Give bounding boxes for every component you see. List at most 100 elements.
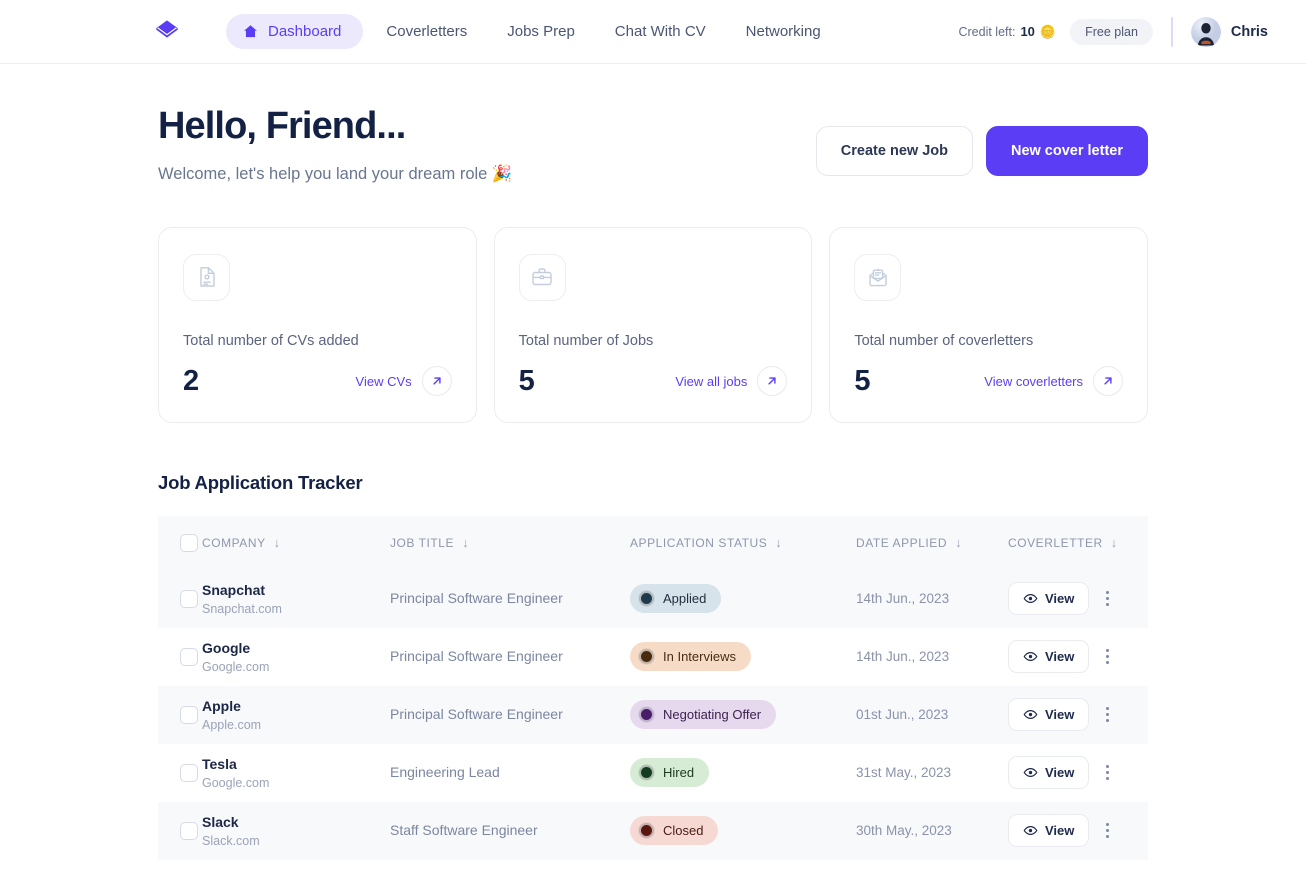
date-applied: 14th Jun., 2023 xyxy=(856,648,950,664)
view-cvs-link[interactable]: View CVs xyxy=(356,366,452,397)
cell-company: Apple Apple.com xyxy=(202,686,390,744)
hero-text: Hello, Friend... Welcome, let's help you… xyxy=(158,105,816,184)
row-select-cell xyxy=(158,686,202,744)
tracker-title: Job Application Tracker xyxy=(158,471,363,493)
column-label-application-status: APPLICATION STATUS xyxy=(630,535,768,550)
table-row[interactable]: Apple Apple.com Principal Software Enginee… xyxy=(158,685,1148,744)
view-coverletters-link[interactable]: View coverletters xyxy=(984,366,1124,397)
column-application-status[interactable]: APPLICATION STATUS ↓ xyxy=(630,516,856,570)
nav-label-networking: Networking xyxy=(745,23,821,40)
column-label-job-title: JOB TITLE xyxy=(390,535,455,550)
page-subtitle: Welcome, let's help you land your dream … xyxy=(158,164,513,183)
job-title: Principal Software Engineer xyxy=(390,647,563,664)
view-label: View xyxy=(1045,649,1075,665)
view-coverletter-button[interactable]: View xyxy=(1008,756,1090,790)
select-all-cell xyxy=(158,516,202,570)
view-label: View xyxy=(1045,765,1075,781)
stat-label-cvs: Total number of CVs added xyxy=(183,332,359,349)
column-label-company: COMPANY xyxy=(202,535,266,550)
view-label: View xyxy=(1045,823,1075,839)
kebab-menu-icon[interactable] xyxy=(1097,585,1118,612)
table-row[interactable]: Slack Slack.com Staff Software Engineer Clo… xyxy=(158,801,1148,860)
coins-icon: 🪙 xyxy=(1039,23,1057,39)
app-logo[interactable] xyxy=(150,15,184,49)
hero-section: Hello, Friend... Welcome, let's help you… xyxy=(158,105,1148,184)
nav-item-dashboard[interactable]: Dashboard xyxy=(226,14,364,49)
table-header: COMPANY ↓ JOB TITLE ↓ APPLICATION STATUS… xyxy=(158,515,1148,570)
kebab-menu-icon[interactable] xyxy=(1097,817,1118,844)
cv-document-icon-glyph xyxy=(199,267,215,287)
plan-badge[interactable]: Free plan xyxy=(1070,18,1153,45)
status-label: Negotiating Offer xyxy=(663,707,762,723)
job-title: Staff Software Engineer xyxy=(390,821,538,838)
status-dot-icon xyxy=(639,765,654,781)
company-domain: Google.com xyxy=(202,660,270,675)
nav-label-chat-with-cv: Chat With CV xyxy=(614,23,706,40)
view-coverletter-button[interactable]: View xyxy=(1008,640,1090,674)
nav-item-jobs-prep[interactable]: Jobs Prep xyxy=(490,14,592,49)
cell-company: Slack Slack.com xyxy=(202,802,390,860)
view-coverletter-button[interactable]: View xyxy=(1008,582,1090,616)
column-date-applied[interactable]: DATE APPLIED ↓ xyxy=(856,516,1008,570)
cell-job-title: Principal Software Engineer xyxy=(390,570,630,628)
cell-application-status: Hired xyxy=(630,744,856,802)
row-checkbox[interactable] xyxy=(180,589,198,608)
table-row[interactable]: Snapchat Snapchat.com Principal Software E… xyxy=(158,569,1148,628)
nav-item-networking[interactable]: Networking xyxy=(729,14,838,49)
nav-item-chat-with-cv[interactable]: Chat With CV xyxy=(598,14,723,49)
stat-bottom-jobs: 5 View all jobs xyxy=(519,365,788,398)
stat-card-jobs: Total number of Jobs 5 View all jobs xyxy=(493,226,813,423)
eye-icon xyxy=(1023,826,1038,836)
stat-card-cvs: Total number of CVs added 2 View CVs xyxy=(158,226,477,423)
new-cover-letter-button[interactable]: New cover letter xyxy=(985,126,1148,176)
row-checkbox[interactable] xyxy=(180,763,198,782)
column-coverletter[interactable]: COVERLETTER ↓ xyxy=(1008,516,1148,570)
kebab-menu-icon[interactable] xyxy=(1097,701,1118,728)
view-coverletter-button[interactable]: View xyxy=(1008,698,1090,732)
row-checkbox[interactable] xyxy=(180,821,198,840)
kebab-menu-icon[interactable] xyxy=(1097,759,1118,786)
stat-label-jobs: Total number of Jobs xyxy=(518,332,654,349)
credit-indicator: Credit left: 10 🪙 xyxy=(958,24,1056,40)
cell-date-applied: 14th Jun., 2023 xyxy=(856,570,1008,628)
kebab-menu-icon[interactable] xyxy=(1097,643,1118,670)
page-content: Hello, Friend... Welcome, let's help you… xyxy=(0,64,1306,860)
eye-icon xyxy=(1023,652,1038,662)
hero-actions: Create new Job New cover letter xyxy=(815,126,1148,176)
column-job-title[interactable]: JOB TITLE ↓ xyxy=(390,516,630,570)
view-all-jobs-link[interactable]: View all jobs xyxy=(675,366,788,397)
vertical-divider xyxy=(1170,16,1173,47)
eye-icon xyxy=(1023,710,1038,720)
cell-date-applied: 14th Jun., 2023 xyxy=(856,628,1008,686)
cell-job-title: Principal Software Engineer xyxy=(390,686,630,744)
company-name: Apple xyxy=(202,698,241,715)
table-row[interactable]: Tesla Google.com Engineering Lead Hired 31st… xyxy=(158,743,1148,802)
nav-item-coverletters[interactable]: Coverletters xyxy=(369,14,484,49)
account-area: Credit left: 10 🪙 Free plan Chris xyxy=(958,16,1268,47)
cell-coverletter: View xyxy=(1008,628,1148,686)
column-company[interactable]: COMPANY ↓ xyxy=(202,516,390,570)
cell-application-status: Negotiating Offer xyxy=(630,686,856,744)
stat-bottom-coverletters: 5 View coverletters xyxy=(854,365,1124,398)
view-label: View xyxy=(1045,591,1075,607)
user-menu[interactable]: Chris xyxy=(1190,16,1268,47)
status-dot-icon xyxy=(639,591,654,607)
status-label: Hired xyxy=(663,765,695,781)
table-row[interactable]: Google Google.com Principal Software Engin… xyxy=(158,627,1148,686)
view-coverletter-button[interactable]: View xyxy=(1008,814,1090,848)
row-checkbox[interactable] xyxy=(180,647,198,666)
row-checkbox[interactable] xyxy=(180,705,198,724)
cell-coverletter: View xyxy=(1008,570,1148,628)
company-domain: Google.com xyxy=(202,776,270,791)
date-applied: 30th May., 2023 xyxy=(856,822,952,838)
stat-value-jobs: 5 xyxy=(518,364,535,397)
row-select-cell xyxy=(158,628,202,686)
cell-date-applied: 31st May., 2023 xyxy=(856,744,1008,802)
credit-label: Credit left: xyxy=(958,24,1016,39)
select-all-checkbox[interactable] xyxy=(180,533,198,552)
main-nav: Dashboard Coverletters Jobs Prep Chat Wi… xyxy=(226,14,838,49)
create-new-job-button[interactable]: Create new Job xyxy=(815,126,973,176)
date-applied: 14th Jun., 2023 xyxy=(856,590,950,606)
layers-diamond-logo-icon xyxy=(155,19,179,38)
user-avatar xyxy=(1190,16,1221,47)
